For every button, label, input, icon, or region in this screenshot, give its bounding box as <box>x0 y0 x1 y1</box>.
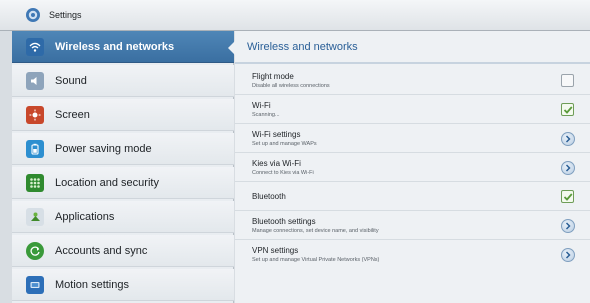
settings-detail-pane: Wireless and networks Flight mode Disabl… <box>228 31 590 303</box>
android-icon <box>26 207 44 226</box>
sidebar-item-power-saving-mode[interactable]: Power saving mode <box>12 133 234 165</box>
setting-row-bluetooth-settings[interactable]: Bluetooth settings Manage connections, s… <box>235 211 590 240</box>
setting-title: Bluetooth settings <box>252 217 316 226</box>
selection-pointer <box>228 40 236 56</box>
page-title: Wireless and networks <box>247 41 358 53</box>
setting-title: Wi-Fi settings <box>252 130 301 139</box>
title-bar: Settings <box>0 0 590 31</box>
sidebar-item-applications[interactable]: Applications <box>12 201 234 233</box>
chevron-right-icon[interactable] <box>561 248 575 262</box>
bluetooth-checkbox[interactable] <box>561 190 574 203</box>
grid-lock-icon <box>26 173 44 192</box>
sidebar-item-location-and-security[interactable]: Location and security <box>12 167 234 199</box>
brightness-icon <box>26 105 44 124</box>
setting-title: Flight mode <box>252 72 294 81</box>
wifi-icon <box>26 37 44 56</box>
chevron-right-icon[interactable] <box>561 132 575 146</box>
setting-row-kies-via-wifi[interactable]: Kies via Wi-Fi Connect to Kies via Wi-Fi <box>235 153 590 182</box>
setting-row-wifi[interactable]: Wi-Fi Scanning... <box>235 95 590 124</box>
sidebar-item-label: Power saving mode <box>55 142 152 155</box>
window-title: Settings <box>49 10 82 20</box>
setting-title: VPN settings <box>252 246 299 255</box>
setting-row-bluetooth[interactable]: Bluetooth <box>235 182 590 211</box>
battery-icon <box>26 139 44 158</box>
sync-icon <box>26 241 44 260</box>
sidebar-item-wireless-and-networks[interactable]: Wireless and networks <box>12 31 234 63</box>
checkmark-icon <box>563 193 573 201</box>
chevron-right-icon[interactable] <box>561 161 575 175</box>
setting-row-wifi-settings[interactable]: Wi-Fi settings Set up and manage WAPs <box>235 124 590 153</box>
checkmark-icon <box>563 106 573 114</box>
setting-title: Kies via Wi-Fi <box>252 159 301 168</box>
sidebar-item-sound[interactable]: Sound <box>12 65 234 97</box>
sidebar-item-label: Motion settings <box>55 278 129 291</box>
device-motion-icon <box>26 275 44 294</box>
sidebar-item-accounts-and-sync[interactable]: Accounts and sync <box>12 235 234 267</box>
setting-subtitle: Scanning... <box>252 112 280 118</box>
setting-subtitle: Set up and manage WAPs <box>252 141 317 147</box>
setting-title: Bluetooth <box>252 192 286 201</box>
sidebar-item-label: Wireless and networks <box>55 40 175 53</box>
setting-row-vpn-settings[interactable]: VPN settings Set up and manage Virtual P… <box>235 240 590 269</box>
chevron-right-icon[interactable] <box>561 219 575 233</box>
wifi-checkbox[interactable] <box>561 103 574 116</box>
flight-mode-checkbox[interactable] <box>561 74 574 87</box>
speaker-icon <box>26 71 44 90</box>
setting-subtitle: Set up and manage Virtual Private Networ… <box>252 257 380 263</box>
header-divider <box>235 62 590 64</box>
sidebar-item-label: Applications <box>55 210 115 223</box>
setting-title: Wi-Fi <box>252 101 271 110</box>
sidebar-item-label: Sound <box>55 74 87 87</box>
sidebar-item-motion-settings[interactable]: Motion settings <box>12 269 234 301</box>
setting-subtitle: Connect to Kies via Wi-Fi <box>252 170 314 176</box>
sidebar: Wireless and networks Sound Screen Power… <box>12 31 234 303</box>
sidebar-item-label: Location and security <box>55 176 159 189</box>
gear-icon <box>26 8 40 22</box>
setting-subtitle: Manage connections, set device name, and… <box>252 228 379 234</box>
sidebar-item-screen[interactable]: Screen <box>12 99 234 131</box>
sidebar-item-label: Accounts and sync <box>55 244 148 257</box>
sidebar-item-label: Screen <box>55 108 90 121</box>
setting-subtitle: Disable all wireless connections <box>252 83 330 89</box>
setting-row-flight-mode[interactable]: Flight mode Disable all wireless connect… <box>235 66 590 95</box>
